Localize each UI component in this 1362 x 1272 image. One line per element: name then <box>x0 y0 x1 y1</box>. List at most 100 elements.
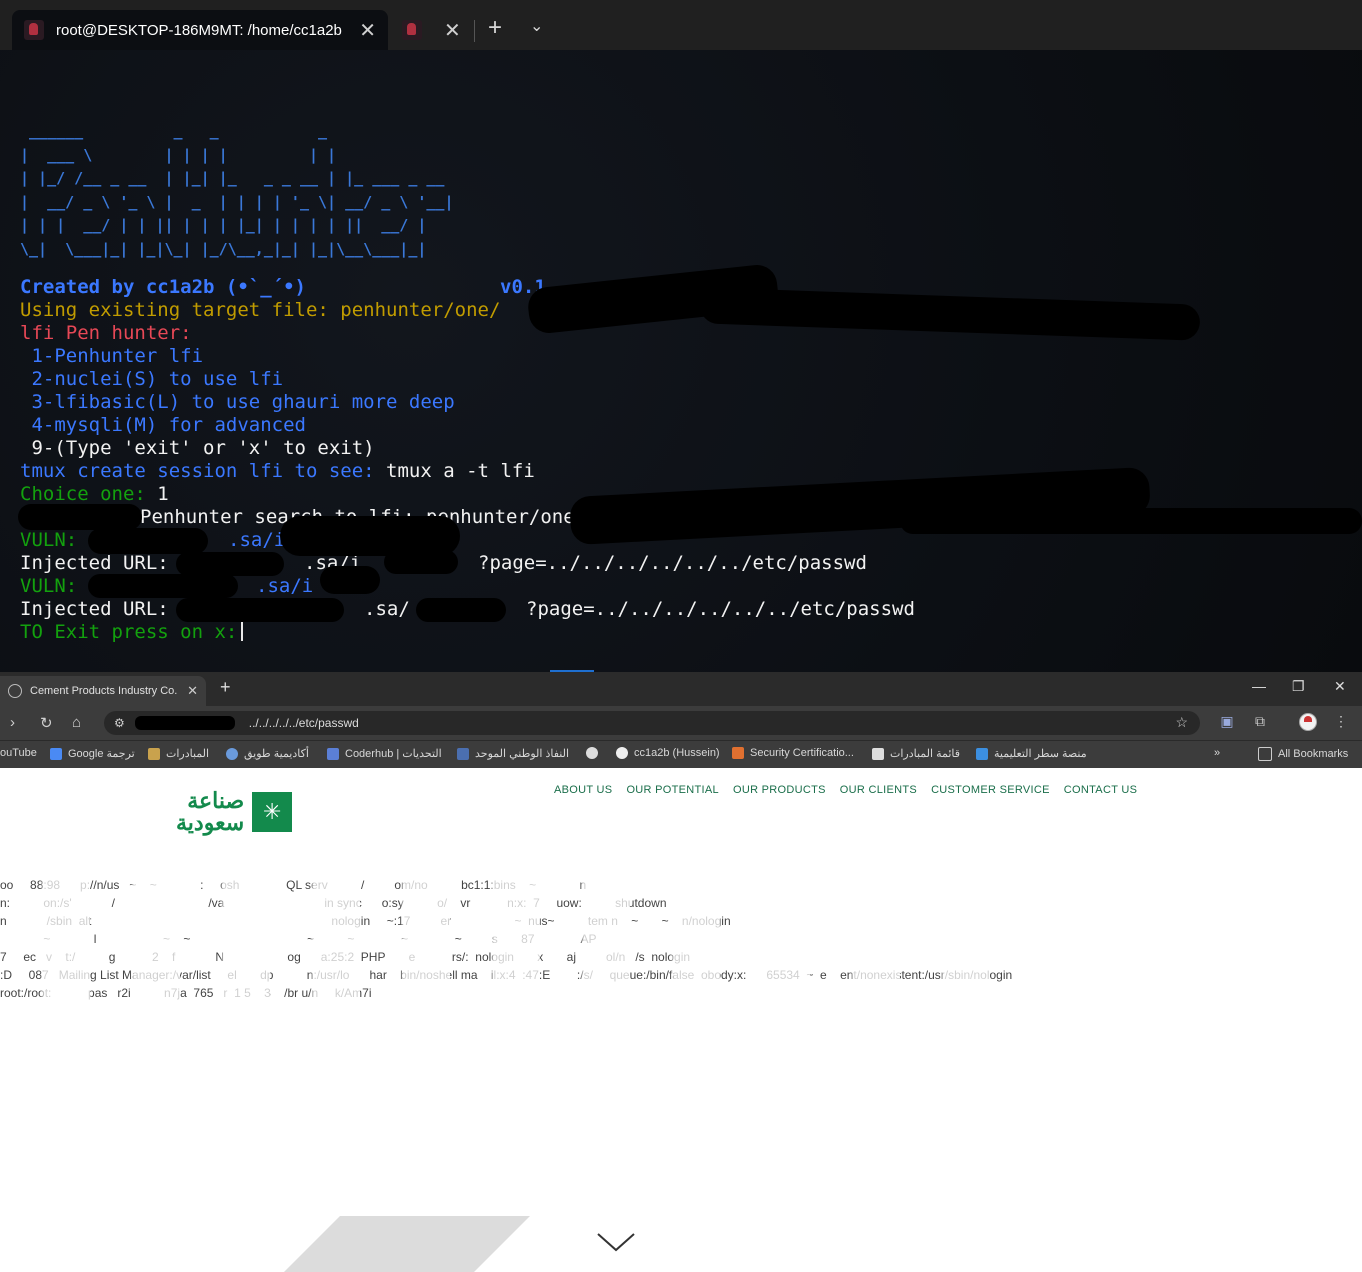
bookmark-satr[interactable]: منصة سطر التعليمية <box>976 747 1087 760</box>
bookmarks-bar: ouTube Google ترجمة المبادرات أكاديمية ط… <box>0 740 1362 769</box>
injected-line-2: Injected URL: .sa/ ?page=../../../../../..… <box>20 598 915 620</box>
reload-icon[interactable]: ↻ <box>40 714 53 732</box>
redaction-mark <box>699 287 1201 341</box>
bookmark-icon <box>872 747 884 760</box>
maximize-icon[interactable]: ❐ <box>1292 678 1305 695</box>
close-icon[interactable]: ✕ <box>444 18 461 43</box>
passwd-line: :D 087 Mailing List Manager:/var/list el… <box>0 968 1013 982</box>
terminal-tab-active[interactable]: root@DESKTOP-186M9MT: /home/cc1a2b ✕ <box>12 10 388 50</box>
injected-url-query: ?page=../../../../../../etc/passwd <box>478 552 867 574</box>
star-icon[interactable]: ☆ <box>1175 714 1188 731</box>
nav-our-products[interactable]: OUR PRODUCTS <box>733 784 826 796</box>
terminal-output[interactable]: ______ _ _ _ | ___ \ | | | | | | | |_/ /… <box>0 50 1362 672</box>
folder-icon <box>1258 747 1272 761</box>
passwd-line: n: on:/s' / /va in sync o:sy o/ vr n:x: … <box>0 896 667 910</box>
extensions-icon[interactable]: ⧉ <box>1251 713 1269 731</box>
choice-value: 1 <box>145 483 169 505</box>
bookmarks-overflow-icon[interactable]: » <box>1214 747 1220 759</box>
terminal-app-icon <box>24 20 44 40</box>
vuln-line-2: VULN: .sa/i <box>20 575 313 597</box>
palm-tree-icon: ✳ <box>252 792 293 832</box>
browser-tab-active[interactable]: Cement Products Industry Co. L ✕ <box>0 676 206 706</box>
address-bar[interactable]: ⚙ ../../../../../etc/passwd ☆ <box>104 711 1200 735</box>
bookmark-unnamed[interactable] <box>586 747 604 759</box>
bookmark-coderhub[interactable]: Coderhub | التحديات <box>327 747 442 760</box>
browser-toolbar: › ↻ ⌂ ⚙ ../../../../../etc/passwd ☆ ▣ ⧉ … <box>0 706 1362 740</box>
url-text: ../../../../../etc/passwd <box>248 716 359 730</box>
bookmark-github[interactable]: cc1a2b (Hussein) <box>616 747 720 759</box>
injected-label: Injected URL: <box>20 552 169 574</box>
bookmark-initiatives[interactable]: المبادرات <box>148 747 209 760</box>
tmux-command: tmux a -t lfi <box>374 460 535 482</box>
vuln-label: VULN: <box>20 575 78 597</box>
bookmark-youtube[interactable]: ouTube <box>0 747 37 759</box>
nav-about-us[interactable]: ABOUT US <box>554 784 612 796</box>
tmux-line: tmux create session lfi to see: tmux a -… <box>20 460 535 482</box>
menu-item-3: 3-lfibasic(L) to use ghauri more deep <box>20 391 455 413</box>
bookmark-nafath[interactable]: النفاذ الوطني الموحد <box>457 747 569 760</box>
minimize-icon[interactable]: — <box>1252 678 1266 694</box>
injected-url-host: .sa/ <box>364 598 410 620</box>
bookmark-google-translate[interactable]: Google ترجمة <box>50 747 135 760</box>
terminal-tab-bar: root@DESKTOP-186M9MT: /home/cc1a2b ✕ ✕ +… <box>0 0 1362 50</box>
nav-contact-us[interactable]: CONTACT US <box>1064 784 1138 796</box>
all-bookmarks[interactable]: All Bookmarks <box>1258 747 1348 761</box>
new-tab-plus-icon[interactable]: + <box>220 677 231 698</box>
site-info-icon[interactable]: ⚙ <box>114 716 125 730</box>
nav-our-potential[interactable]: OUR POTENTIAL <box>626 784 719 796</box>
bookmark-icon <box>148 747 160 760</box>
created-by-line: Created by cc1a2b (•`_´•) v0.1 <box>20 276 546 298</box>
bookmark-label: أكاديمية طويق <box>244 748 309 760</box>
globe-icon <box>8 684 22 698</box>
bookmark-security-cert[interactable]: Security Certificatio... <box>732 747 854 759</box>
more-menu-icon[interactable]: ⋮ <box>1332 713 1350 731</box>
terminal-app-icon <box>402 20 422 40</box>
injected-label: Injected URL: <box>20 598 169 620</box>
passwd-line: root:/root: pas r2i n7ja 765 r 1 5 3 /br… <box>0 986 379 1000</box>
browser-tab-bar: Cement Products Industry Co. L ✕ + — ❐ ✕ <box>0 672 1362 706</box>
certificate-icon <box>732 747 744 759</box>
redaction-mark <box>176 598 344 622</box>
coderhub-icon <box>327 747 339 760</box>
bookmark-label: Google ترجمة <box>68 748 135 760</box>
redaction-mark <box>384 550 458 574</box>
all-bookmarks-label: All Bookmarks <box>1278 748 1349 760</box>
close-window-icon[interactable]: ✕ <box>1334 678 1346 695</box>
bookmark-label: ouTube <box>0 747 37 759</box>
tmux-label: tmux create session lfi to see: <box>20 460 375 482</box>
bookmark-label: منصة سطر التعليمية <box>994 748 1087 760</box>
chevron-down-icon[interactable]: ⌄ <box>530 16 543 36</box>
nafath-icon <box>457 747 469 760</box>
site-nav: ABOUT US OUR POTENTIAL OUR PRODUCTS OUR … <box>554 784 1137 796</box>
forward-icon[interactable]: › <box>10 714 15 731</box>
close-icon[interactable]: ✕ <box>187 683 198 699</box>
bookmark-tuwaiq[interactable]: أكاديمية طويق <box>226 747 309 760</box>
globe-icon <box>586 747 598 759</box>
injected-line-1: Injected URL: .sa/i ?page=../../../../../.… <box>20 552 867 574</box>
menu-item-4: 4-mysqli(M) for advanced <box>20 414 306 436</box>
satr-icon <box>976 747 988 760</box>
vuln-url: .sa/i <box>256 575 314 597</box>
nav-customer-service[interactable]: CUSTOMER SERVICE <box>931 784 1050 796</box>
choice-line: Choice one: 1 <box>20 483 169 505</box>
redaction-mark <box>416 598 506 622</box>
bookmark-initiatives-list[interactable]: قائمة المبادرات <box>872 747 960 760</box>
terminal-tab-2[interactable]: ✕ <box>392 10 472 50</box>
scroll-down-chevron-icon[interactable] <box>596 1224 636 1264</box>
new-tab-plus-icon[interactable]: + <box>488 14 502 42</box>
saudi-made-logo[interactable]: صناعة سعودية ✳ <box>176 790 293 835</box>
penhunter-ascii-banner: ______ _ _ _ | ___ \ | | | | | | | |_/ /… <box>20 122 454 258</box>
created-by-text: Created by cc1a2b (•`_´•) <box>20 276 306 298</box>
browser-window: Cement Products Industry Co. L ✕ + — ❐ ✕… <box>0 672 1362 1272</box>
redaction-mark <box>88 528 208 554</box>
menu-item-2: 2-nuclei(S) to use lfi <box>20 368 284 390</box>
profile-avatar[interactable] <box>1299 713 1317 731</box>
passwd-line: n /sbin alt nologin ~:17 er ~ nus~ tem n… <box>0 914 731 928</box>
logo-line-2: سعودية <box>176 810 245 835</box>
nav-our-clients[interactable]: OUR CLIENTS <box>840 784 917 796</box>
exit-prompt-line: TO Exit press on x: <box>20 621 244 643</box>
vuln-line-1: VULN: .sa/i <box>20 529 285 551</box>
close-icon[interactable]: ✕ <box>359 18 376 43</box>
home-icon[interactable]: ⌂ <box>72 714 81 731</box>
screen-capture-icon[interactable]: ▣ <box>1218 713 1236 731</box>
